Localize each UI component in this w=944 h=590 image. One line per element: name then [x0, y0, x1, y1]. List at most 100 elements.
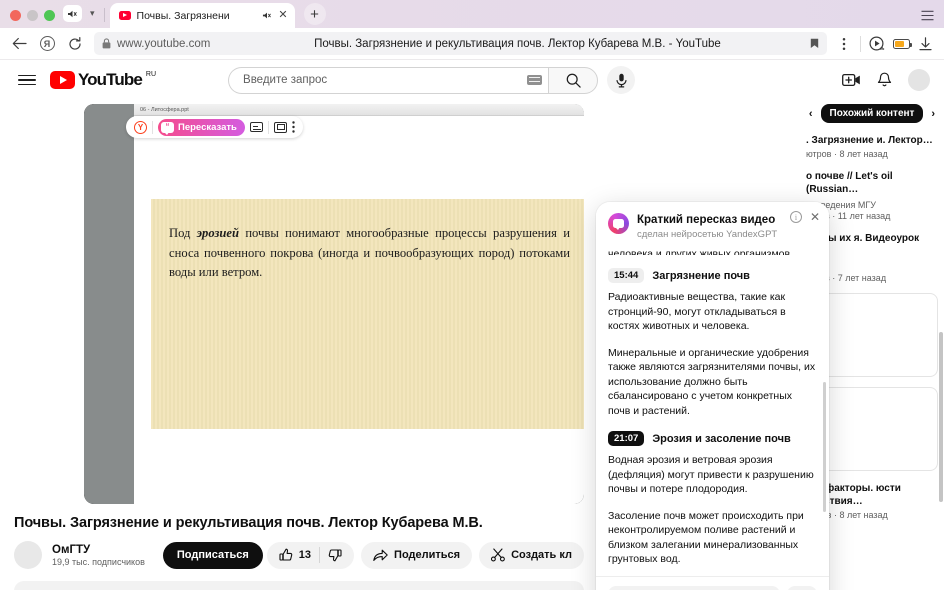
youtube-logo-icon — [50, 71, 75, 89]
browser-window: ▾ Почвы. Загрязнени ✕ + Я www.youtube.co… — [0, 0, 944, 590]
guide-menu-button[interactable] — [14, 67, 40, 93]
bookmark-icon[interactable] — [810, 38, 819, 49]
info-icon[interactable]: i — [789, 211, 802, 223]
download-icon[interactable] — [914, 33, 936, 55]
summary-section-heading[interactable]: 15:44 Загрязнение почв — [608, 268, 817, 283]
new-tab-button[interactable]: + — [303, 3, 326, 25]
video-player[interactable]: 06 - Литосфера.ppt Под эрозией почвы пон… — [84, 104, 584, 504]
summary-scroll-area[interactable]: человека и других живых организмов. 15:4… — [596, 247, 829, 576]
tab-strip-divider — [103, 8, 105, 22]
battery-icon — [890, 33, 912, 55]
browser-more-menu-icon[interactable] — [833, 33, 855, 55]
youtube-logo[interactable]: YouTube RU — [50, 71, 156, 89]
primary-column: 06 - Литосфера.ppt Под эрозией почвы пон… — [14, 104, 584, 590]
quote-icon: “ — [161, 121, 174, 135]
avatar[interactable] — [14, 541, 42, 569]
tab-strip: ▾ Почвы. Загрязнени ✕ + — [0, 0, 944, 28]
tab-title: Почвы. Загрязнени — [136, 9, 230, 22]
bell-icon[interactable] — [877, 72, 892, 88]
timestamp-badge[interactable]: 21:07 — [608, 431, 645, 446]
summary-header: Краткий пересказ видео сделан нейросетью… — [596, 202, 829, 248]
slide-text-before: Под — [169, 226, 197, 240]
list-item[interactable]: . Загрязнение и. Лектор… ютров · 8 лет н… — [806, 135, 938, 159]
kebab-menu-icon[interactable] — [292, 121, 295, 133]
yandex-icon[interactable]: Я — [34, 31, 60, 57]
search-box[interactable] — [228, 66, 549, 94]
create-clip-button[interactable]: Создать кл — [479, 541, 584, 569]
masthead-actions — [842, 69, 930, 91]
related-chips-row: ‹ Похожий контент › — [806, 104, 938, 123]
summary-subtitle: сделан нейросетью YandexGPT — [637, 229, 778, 240]
chevron-left-icon[interactable]: ‹ — [806, 105, 816, 123]
slide-text: Под эрозией почвы понимают многообразные… — [151, 199, 584, 283]
summary-title: Краткий пересказ видео — [637, 214, 776, 226]
browser-tab[interactable]: Почвы. Загрязнени ✕ — [109, 3, 295, 28]
avatar[interactable] — [908, 69, 930, 91]
picture-in-picture-icon[interactable] — [273, 121, 287, 133]
slide-text-emphasis: эрозией — [196, 226, 239, 240]
thumbs-up-icon[interactable] — [279, 548, 293, 562]
subtitles-icon[interactable] — [249, 122, 263, 132]
search-button[interactable] — [548, 66, 599, 94]
minimize-window-button[interactable] — [27, 10, 38, 21]
thumbs-down-icon[interactable] — [328, 548, 342, 562]
owner-row: ОмГТУ 19,9 тыс. подписчиков Подписаться … — [14, 541, 584, 569]
slide-content-card: Под эрозией почвы понимают многообразные… — [151, 199, 584, 429]
summary-section-heading[interactable]: 21:07 Эрозия и засоление почв — [608, 431, 817, 446]
action-divider — [319, 547, 321, 563]
voice-search-button[interactable] — [607, 66, 636, 94]
browser-menu-icon[interactable] — [921, 10, 934, 21]
close-icon[interactable]: ✕ — [278, 10, 287, 21]
chevron-right-icon[interactable]: › — [928, 105, 938, 123]
scissors-icon — [491, 548, 505, 562]
youtube-logo-region: RU — [145, 71, 157, 79]
timestamp-badge[interactable]: 15:44 — [608, 268, 645, 283]
page-scrollbar[interactable] — [939, 332, 943, 502]
keyboard-icon[interactable] — [527, 75, 543, 85]
yandex-icon[interactable]: Y — [134, 120, 147, 134]
close-icon[interactable]: ✕ — [810, 211, 820, 223]
close-window-button[interactable] — [10, 10, 21, 21]
slide-window: 06 - Литосфера.ppt Под эрозией почвы пон… — [134, 104, 584, 504]
youtube-masthead: YouTube RU — [0, 60, 944, 100]
chip-similar-content[interactable]: Похожий контент — [820, 104, 924, 123]
like-dislike-group[interactable]: 13 — [266, 541, 355, 569]
video-description-box[interactable]: 1,2 тыс. просмотров 8 лет назад Студента… — [14, 581, 584, 590]
youtube-favicon-icon — [118, 11, 131, 20]
search-input[interactable] — [243, 74, 528, 86]
channel-name[interactable]: ОмГТУ — [52, 544, 145, 556]
address-bar[interactable]: www.youtube.com Почвы. Загрязнение и рек… — [94, 32, 827, 55]
video-play-icon[interactable] — [866, 33, 888, 55]
channel-meta: ОмГТУ 19,9 тыс. подписчиков — [52, 544, 145, 567]
maximize-window-button[interactable] — [44, 10, 55, 21]
lock-icon — [102, 38, 111, 49]
subscribe-button[interactable]: Подписаться — [162, 541, 263, 569]
reload-button[interactable] — [62, 31, 88, 57]
section-paragraph: Радиоактивные вещества, такие как стронц… — [608, 291, 786, 332]
page-body: 06 - Литосфера.ppt Под эрозией почвы пон… — [0, 100, 944, 590]
summary-scrollbar[interactable] — [823, 382, 826, 512]
search-area — [228, 66, 636, 94]
like-count: 13 — [298, 549, 312, 561]
tab-list-chevron-icon[interactable]: ▾ — [86, 8, 99, 19]
share-icon — [373, 549, 388, 562]
omnibox-toolbar: Я www.youtube.com Почвы. Загрязнение и р… — [0, 28, 944, 60]
recommended-stats: ютров · 8 лет назад — [806, 148, 888, 159]
window-traffic-lights[interactable] — [0, 10, 63, 28]
retell-button[interactable]: “ Пересказать — [158, 118, 245, 136]
toolbar-divider — [152, 120, 153, 134]
summary-header-actions: i ✕ — [789, 211, 820, 223]
page-title: Почвы. Загрязнение и рекультивация почв.… — [14, 515, 483, 531]
channel-subscribers: 19,9 тыс. подписчиков — [52, 556, 145, 567]
youtube-logo-text: YouTube — [78, 70, 143, 90]
omnibox-divider — [860, 35, 861, 52]
create-video-icon[interactable] — [842, 73, 861, 87]
mute-tabs-button[interactable] — [63, 5, 82, 22]
back-button[interactable] — [6, 31, 32, 57]
speaker-muted-icon[interactable] — [262, 11, 272, 20]
share-button[interactable]: Поделиться — [361, 541, 473, 569]
summary-link-button[interactable]: Ссылка на пересказ — [608, 586, 780, 590]
tab-strip-controls[interactable]: ▾ — [63, 5, 99, 28]
copy-icon[interactable] — [787, 586, 817, 590]
create-clip-label: Создать кл — [511, 549, 572, 561]
